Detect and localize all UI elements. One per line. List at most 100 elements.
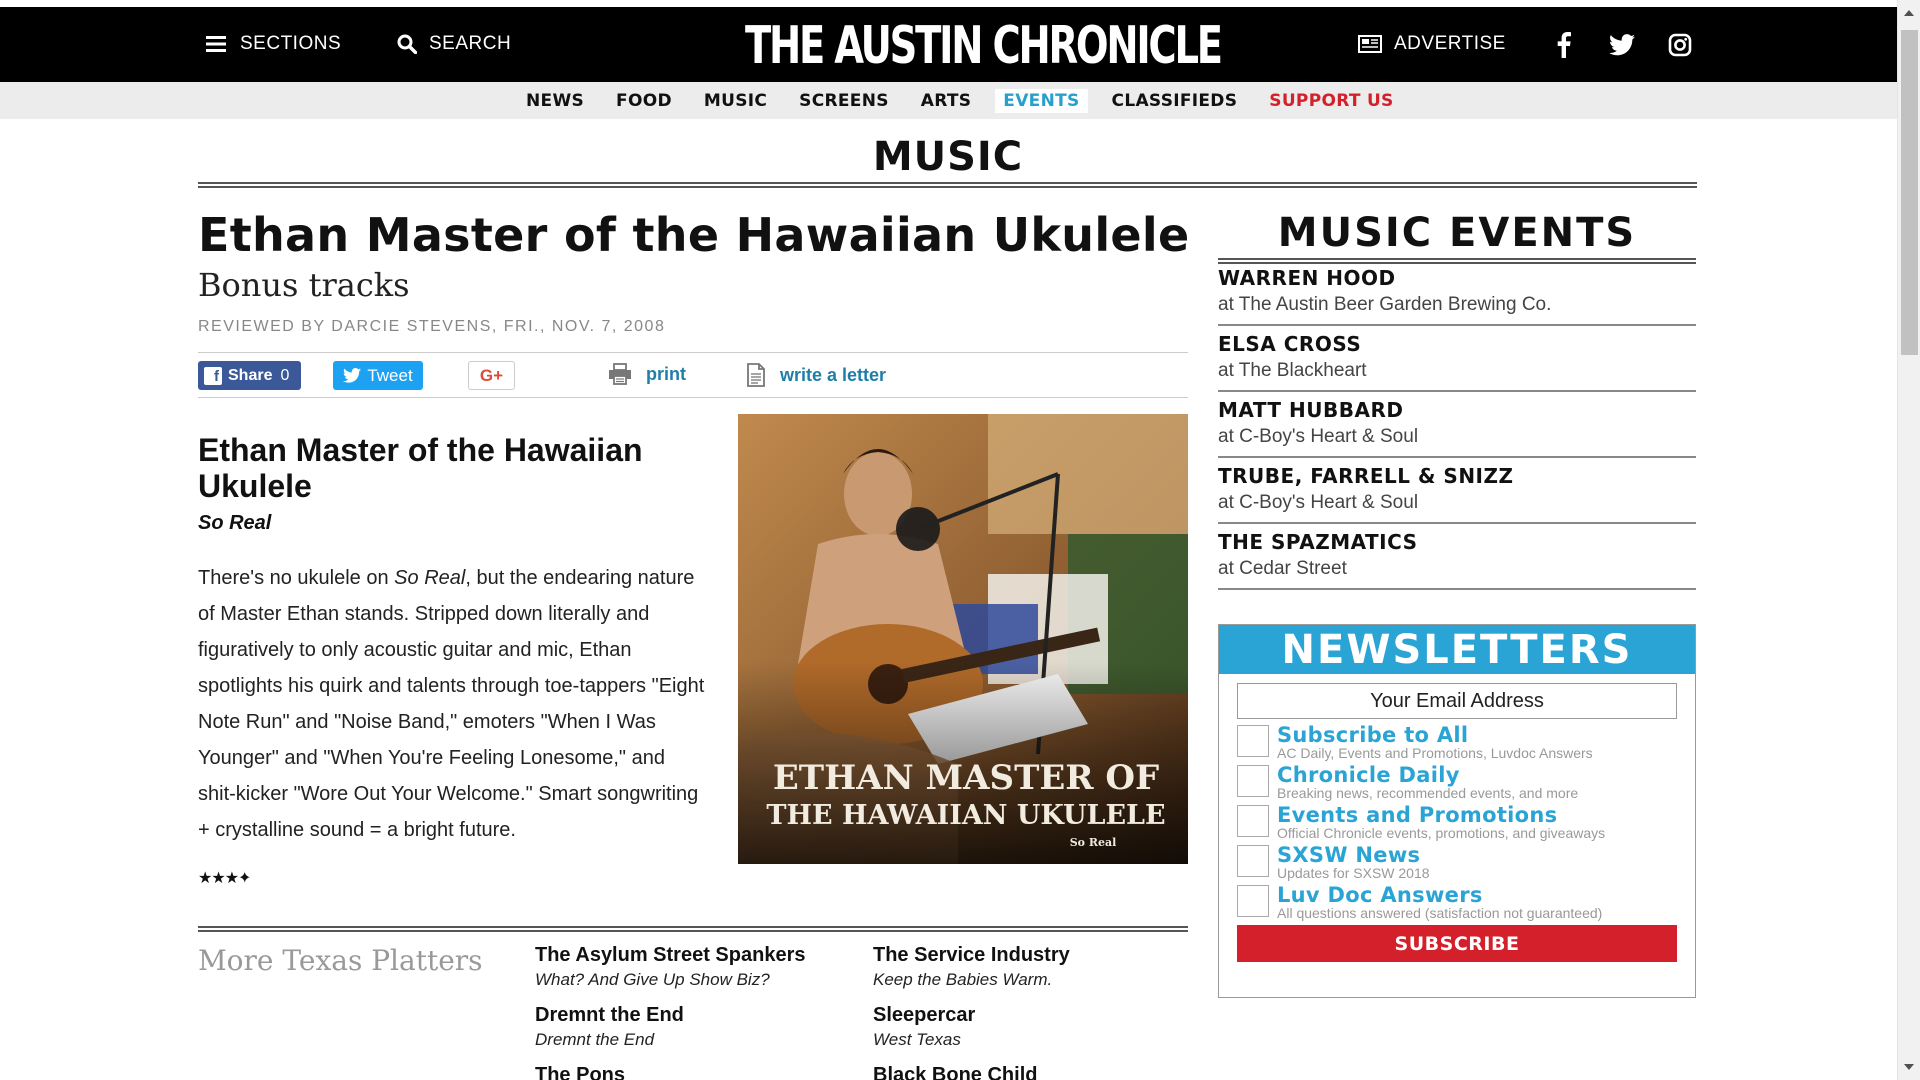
search-button[interactable]: SEARCH — [397, 33, 511, 55]
more-item[interactable]: Dremnt the End Dremnt the End — [535, 1004, 684, 1050]
facebook-share-button[interactable]: f Share 0 — [198, 361, 301, 390]
newsletter-option[interactable]: SXSW News Updates for SXSW 2018 — [1237, 845, 1430, 881]
article-byline: REVIEWED BY DARCIE STEVENS, FRI., NOV. 7… — [198, 318, 666, 335]
facebook-link[interactable] — [1547, 28, 1581, 62]
newsletter-option[interactable]: Events and Promotions Official Chronicle … — [1237, 805, 1605, 841]
event-item[interactable]: MATT HUBBARD at C-Boy's Heart & Soul — [1218, 398, 1696, 458]
more-item-artist: Black Bone Child — [873, 1064, 1038, 1080]
review-artist: Ethan Master of the Hawaiian Ukulele — [198, 432, 643, 504]
newsletter-checkbox[interactable] — [1237, 885, 1269, 917]
write-letter-label: write a letter — [780, 364, 887, 385]
more-item-album: Keep the Babies Warm. — [873, 970, 1053, 989]
nav-item-events[interactable]: EVENTS — [995, 88, 1088, 113]
facebook-icon — [1557, 32, 1571, 58]
nav-item-news[interactable]: NEWS — [518, 89, 592, 113]
nav-item-screens[interactable]: SCREENS — [791, 89, 897, 113]
event-item[interactable]: WARREN HOOD at The Austin Beer Garden Br… — [1218, 266, 1696, 326]
site-logo[interactable]: THE AUSTIN CHRONICLE — [745, 13, 1223, 79]
tweet-label: Tweet — [367, 365, 413, 385]
print-label: print — [646, 363, 686, 384]
nav-item-food[interactable]: FOOD — [608, 89, 680, 113]
advertise-link[interactable]: ADVERTISE — [1358, 33, 1506, 55]
print-icon — [609, 363, 631, 385]
tweet-button[interactable]: Tweet — [333, 361, 423, 390]
event-item[interactable]: TRUBE, FARRELL & SNIZZ at C-Boy's Heart … — [1218, 464, 1696, 524]
more-item-album: West Texas — [873, 1030, 961, 1049]
newspaper-icon — [1358, 35, 1382, 53]
cover-title-line1: ETHAN MASTER OF — [773, 758, 1159, 798]
google-plus-button[interactable]: G+ — [468, 361, 515, 390]
newsletter-checkbox[interactable] — [1237, 845, 1269, 877]
email-field[interactable] — [1237, 683, 1677, 719]
newsletter-signup: NEWSLETTERS Subscribe to AllAC Daily, Ev… — [1218, 624, 1696, 998]
more-item-album: What? And Give Up Show Biz? — [535, 970, 770, 989]
newsletter-option-label[interactable]: SXSW News — [1277, 845, 1430, 866]
event-name[interactable]: TRUBE, FARRELL & SNIZZ — [1218, 464, 1696, 488]
music-events-title: MUSIC EVENTS — [1277, 210, 1637, 256]
more-item[interactable]: The Service Industry Keep the Babies War… — [873, 944, 1070, 990]
scroll-up-arrow-icon[interactable] — [1904, 10, 1914, 16]
page-scrollbar[interactable] — [1897, 0, 1920, 1080]
scroll-down-arrow-icon[interactable] — [1904, 1064, 1914, 1070]
newsletter-option-desc: AC Daily, Events and Promotions, Luvdoc … — [1277, 745, 1593, 761]
newsletter-option-label[interactable]: Luv Doc Answers — [1277, 885, 1602, 906]
newsletter-option[interactable]: Chronicle Daily Breaking news, recommende… — [1237, 765, 1578, 801]
newsletter-checkbox[interactable] — [1237, 725, 1269, 757]
advertise-label: ADVERTISE — [1394, 33, 1506, 54]
nav-item-arts[interactable]: ARTS — [913, 89, 980, 113]
event-venue: at C-Boy's Heart & Soul — [1218, 492, 1419, 513]
print-link[interactable]: print — [608, 363, 686, 385]
newsletter-option-label[interactable]: Events and Promotions — [1277, 805, 1605, 826]
newsletter-option-desc: Breaking news, recommended events, and m… — [1277, 785, 1579, 801]
event-name[interactable]: THE SPAZMATICS — [1218, 530, 1696, 554]
subscribe-button[interactable]: SUBSCRIBE — [1237, 925, 1677, 962]
share-toolbar: f Share 0 Tweet G+ print write a letter — [198, 352, 1188, 398]
newsletter-option-label[interactable]: Subscribe to All — [1277, 725, 1593, 746]
event-item[interactable]: ELSA CROSS at The Blackheart — [1218, 332, 1696, 392]
more-item-artist: Dremnt the End — [535, 1004, 684, 1026]
facebook-share-label: Share — [228, 366, 273, 384]
newsletter-option-label[interactable]: Chronicle Daily — [1277, 765, 1578, 786]
event-venue: at The Austin Beer Garden Brewing Co. — [1218, 294, 1552, 315]
facebook-icon: f — [204, 366, 222, 385]
album-cover-art: ETHAN MASTER OF THE HAWAIIAN UKULELE So … — [738, 414, 1188, 864]
sections-menu-button[interactable]: SECTIONS — [206, 33, 341, 55]
newsletter-option[interactable]: Subscribe to All AC Daily, Events and Pro… — [1237, 725, 1593, 761]
cover-album-label: So Real — [1070, 836, 1117, 849]
scroll-thumb[interactable] — [1901, 30, 1918, 355]
instagram-link[interactable] — [1663, 28, 1697, 62]
nav-item-music[interactable]: MUSIC — [696, 89, 775, 113]
review-body-intro: There's no ukulele on — [198, 567, 395, 589]
more-item[interactable]: Black Bone Child — [873, 1064, 1037, 1080]
review-body-album-ref: So Real — [394, 567, 466, 589]
album-cover-image[interactable]: ETHAN MASTER OF THE HAWAIIAN UKULELE So … — [738, 414, 1188, 864]
document-icon — [747, 363, 765, 387]
newsletter-option-desc: Official Chronicle events, promotions, a… — [1277, 825, 1606, 841]
cover-title-line2: THE HAWAIIAN UKULELE — [766, 800, 1165, 831]
newsletter-checkbox[interactable] — [1237, 765, 1269, 797]
event-name[interactable]: WARREN HOOD — [1218, 266, 1696, 290]
sections-label: SECTIONS — [240, 33, 342, 54]
facebook-share-count: 0 — [280, 366, 290, 384]
more-item[interactable]: The Asylum Street Spankers What? And Giv… — [535, 944, 805, 990]
event-name[interactable]: MATT HUBBARD — [1218, 398, 1696, 422]
star-rating: ★★★✦ — [198, 870, 251, 887]
write-letter-link[interactable]: write a letter — [746, 363, 886, 387]
more-item[interactable]: Sleepercar West Texas — [873, 1004, 975, 1050]
article-title: Ethan Master of the Hawaiian Ukulele — [198, 208, 1190, 262]
section-title: MUSIC — [872, 134, 1024, 180]
search-icon — [397, 34, 417, 54]
more-item-album: Dremnt the End — [535, 1030, 655, 1049]
review-body: There's no ukulele on So Real, but the e… — [198, 560, 708, 848]
newsletter-option[interactable]: Luv Doc Answers All questions answered (s… — [1237, 885, 1602, 921]
review-album: So Real — [198, 512, 272, 534]
instagram-icon — [1668, 33, 1692, 57]
event-name[interactable]: ELSA CROSS — [1218, 332, 1696, 356]
more-item[interactable]: The Pons — [535, 1064, 625, 1080]
event-item[interactable]: THE SPAZMATICS at Cedar Street — [1218, 530, 1696, 590]
event-venue: at C-Boy's Heart & Soul — [1218, 426, 1419, 447]
newsletter-checkbox[interactable] — [1237, 805, 1269, 837]
twitter-link[interactable] — [1605, 28, 1639, 62]
nav-item-support-us[interactable]: SUPPORT US — [1261, 89, 1401, 113]
nav-item-classifieds[interactable]: CLASSIFIEDS — [1104, 89, 1246, 113]
